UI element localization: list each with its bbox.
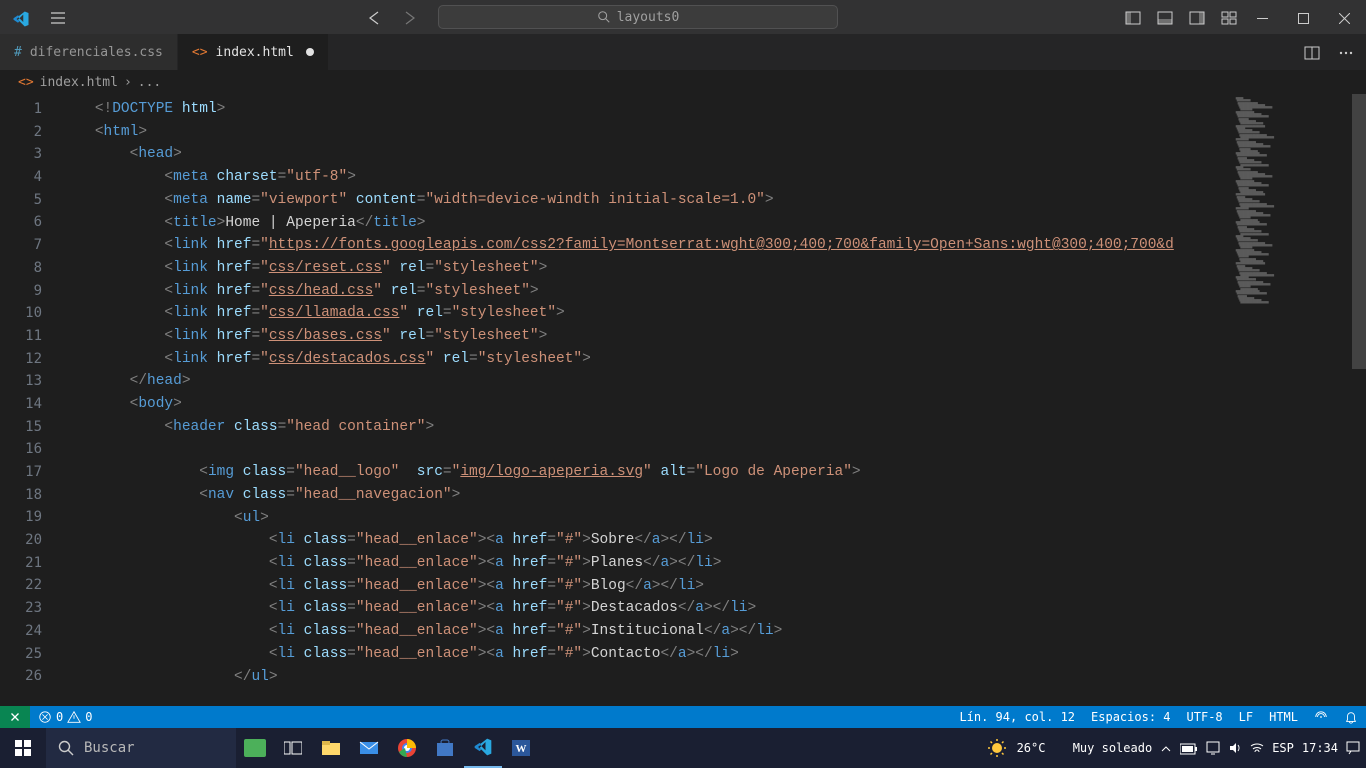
- tray-volume-icon[interactable]: [1228, 741, 1242, 756]
- html-file-icon: <>: [18, 75, 34, 90]
- toggle-secondary-sidebar-button[interactable]: [1189, 8, 1205, 27]
- window-maximize-button[interactable]: [1298, 8, 1309, 27]
- windows-taskbar: Buscar W 26°C Muy soleado ESP 17:34: [0, 728, 1366, 768]
- encoding-button[interactable]: UTF-8: [1179, 710, 1231, 724]
- customize-layout-button[interactable]: [1221, 8, 1237, 27]
- live-server-button[interactable]: [1306, 710, 1336, 724]
- tab-label: index.html: [216, 45, 294, 60]
- nav-forward-button[interactable]: [402, 8, 418, 27]
- toggle-primary-sidebar-button[interactable]: [1125, 8, 1141, 27]
- error-icon: [38, 710, 52, 724]
- window-close-button[interactable]: [1339, 8, 1350, 27]
- tray-action-center-icon[interactable]: [1346, 741, 1360, 756]
- more-actions-button[interactable]: [1338, 43, 1354, 62]
- tab-label: diferenciales.css: [30, 45, 163, 60]
- taskbar-app-cortana[interactable]: [236, 728, 274, 768]
- tray-wifi-icon[interactable]: [1250, 741, 1264, 756]
- tray-battery-icon[interactable]: [1180, 741, 1198, 755]
- chevron-right-icon: ›: [124, 75, 132, 90]
- search-icon: [58, 740, 74, 756]
- code-editor[interactable]: <!DOCTYPE html> <html> <head> <meta char…: [60, 94, 1366, 706]
- warning-icon: [67, 710, 81, 724]
- remote-button[interactable]: [0, 706, 30, 728]
- tab-diferenciales-css[interactable]: # diferenciales.css: [0, 34, 178, 70]
- start-button[interactable]: [0, 728, 46, 768]
- sun-icon: [987, 738, 1007, 758]
- taskbar-app-chrome[interactable]: [388, 728, 426, 768]
- weather-widget[interactable]: 26°C Muy soleado: [987, 738, 1153, 758]
- notifications-button[interactable]: [1336, 710, 1366, 724]
- taskbar-app-store[interactable]: [426, 728, 464, 768]
- taskbar-app-explorer[interactable]: [312, 728, 350, 768]
- indentation-button[interactable]: Espacios: 4: [1083, 710, 1178, 724]
- status-bar: 0 0 Lín. 94, col. 12 Espacios: 4 UTF-8 L…: [0, 706, 1366, 728]
- line-number-gutter: 1234567891011121314151617181920212223242…: [0, 94, 60, 706]
- vertical-scrollbar[interactable]: [1352, 94, 1366, 706]
- tray-clock[interactable]: 17:34: [1302, 741, 1338, 755]
- command-center-search[interactable]: layouts0: [438, 5, 838, 29]
- breadcrumb-file: index.html: [40, 75, 118, 90]
- taskbar-app-word[interactable]: W: [502, 728, 540, 768]
- editor-area: 1234567891011121314151617181920212223242…: [0, 94, 1366, 706]
- taskbar-search[interactable]: Buscar: [46, 728, 236, 768]
- dirty-indicator-icon: [306, 48, 314, 56]
- nav-back-button[interactable]: [366, 8, 382, 27]
- toggle-panel-button[interactable]: [1157, 8, 1173, 27]
- split-editor-button[interactable]: [1304, 43, 1320, 62]
- svg-text:W: W: [516, 743, 527, 755]
- tab-bar: # diferenciales.css <> index.html: [0, 34, 1366, 70]
- taskbar-app-mail[interactable]: [350, 728, 388, 768]
- taskbar-app-taskview[interactable]: [274, 728, 312, 768]
- tray-language[interactable]: ESP: [1272, 741, 1294, 755]
- language-mode-button[interactable]: HTML: [1261, 710, 1306, 724]
- tray-network-icon[interactable]: [1206, 741, 1220, 756]
- html-file-icon: <>: [192, 45, 208, 60]
- title-bar: layouts0: [0, 0, 1366, 34]
- minimap[interactable]: ████████ ███████████████ ███████████████…: [1232, 94, 1352, 314]
- vscode-logo-icon: [12, 8, 30, 26]
- tray-chevron-up-icon[interactable]: [1160, 741, 1172, 755]
- cursor-position-button[interactable]: Lín. 94, col. 12: [951, 710, 1083, 724]
- problems-button[interactable]: 0 0: [30, 710, 100, 724]
- app-menu-button[interactable]: [50, 8, 66, 27]
- search-text: layouts0: [617, 10, 680, 25]
- css-file-icon: #: [14, 45, 22, 60]
- taskbar-app-vscode[interactable]: [464, 728, 502, 768]
- breadcrumb[interactable]: <> index.html › ...: [0, 70, 1366, 94]
- search-icon: [597, 10, 611, 24]
- tab-index-html[interactable]: <> index.html: [178, 34, 329, 70]
- breadcrumb-trail: ...: [138, 75, 161, 90]
- eol-button[interactable]: LF: [1231, 710, 1261, 724]
- window-minimize-button[interactable]: [1257, 8, 1268, 27]
- layout-controls: [1125, 8, 1237, 27]
